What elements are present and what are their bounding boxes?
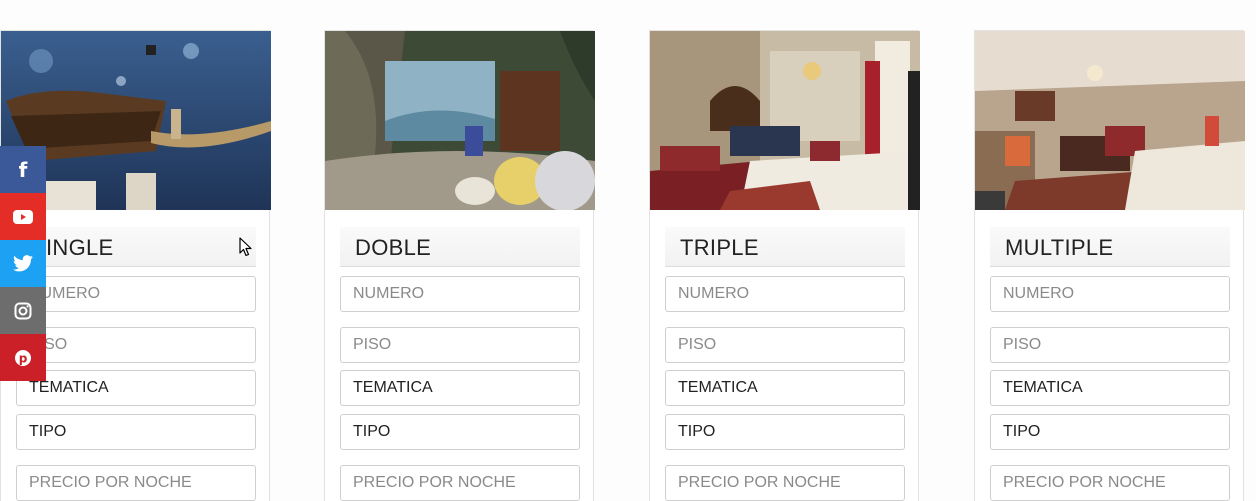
instagram-icon	[14, 302, 32, 320]
room-card-triple: TRIPLE	[649, 30, 920, 501]
piso-input[interactable]	[16, 327, 256, 363]
social-share-bar: f p	[0, 146, 46, 381]
room-title: TRIPLE	[665, 227, 905, 267]
numero-input[interactable]	[16, 276, 256, 312]
tematica-input[interactable]	[665, 370, 905, 406]
facebook-icon: f	[18, 157, 28, 182]
room-card-doble: DOBLE	[324, 30, 595, 501]
precio-input[interactable]	[340, 465, 580, 501]
tipo-input[interactable]	[16, 414, 256, 450]
mouse-cursor-icon	[239, 237, 253, 262]
youtube-button[interactable]	[0, 193, 46, 240]
pinterest-button[interactable]: p	[0, 334, 46, 381]
precio-input[interactable]	[990, 465, 1230, 501]
room-photo-doble	[325, 31, 595, 210]
tipo-input[interactable]	[990, 414, 1230, 450]
facebook-button[interactable]: f	[0, 146, 46, 193]
youtube-icon	[13, 209, 33, 224]
svg-text:p: p	[19, 351, 28, 365]
piso-input[interactable]	[340, 327, 580, 363]
tipo-input[interactable]	[665, 414, 905, 450]
tematica-input[interactable]	[16, 370, 256, 406]
page: SINGLE DOBLE	[0, 0, 1256, 501]
room-photo-multiple	[975, 31, 1245, 210]
tematica-input[interactable]	[990, 370, 1230, 406]
room-title: MULTIPLE	[990, 227, 1230, 267]
piso-input[interactable]	[665, 327, 905, 363]
piso-input[interactable]	[990, 327, 1230, 363]
tematica-input[interactable]	[340, 370, 580, 406]
precio-input[interactable]	[665, 465, 905, 501]
precio-input[interactable]	[16, 465, 256, 501]
numero-input[interactable]	[665, 276, 905, 312]
tipo-input[interactable]	[340, 414, 580, 450]
pinterest-icon: p	[14, 349, 32, 367]
room-title: DOBLE	[340, 227, 580, 267]
numero-input[interactable]	[990, 276, 1230, 312]
room-title: SINGLE	[16, 227, 256, 267]
twitter-button[interactable]	[0, 240, 46, 287]
instagram-button[interactable]	[0, 287, 46, 334]
numero-input[interactable]	[340, 276, 580, 312]
room-card-multiple: MULTIPLE	[974, 30, 1245, 501]
twitter-icon	[13, 255, 33, 272]
room-photo-triple	[650, 31, 920, 210]
